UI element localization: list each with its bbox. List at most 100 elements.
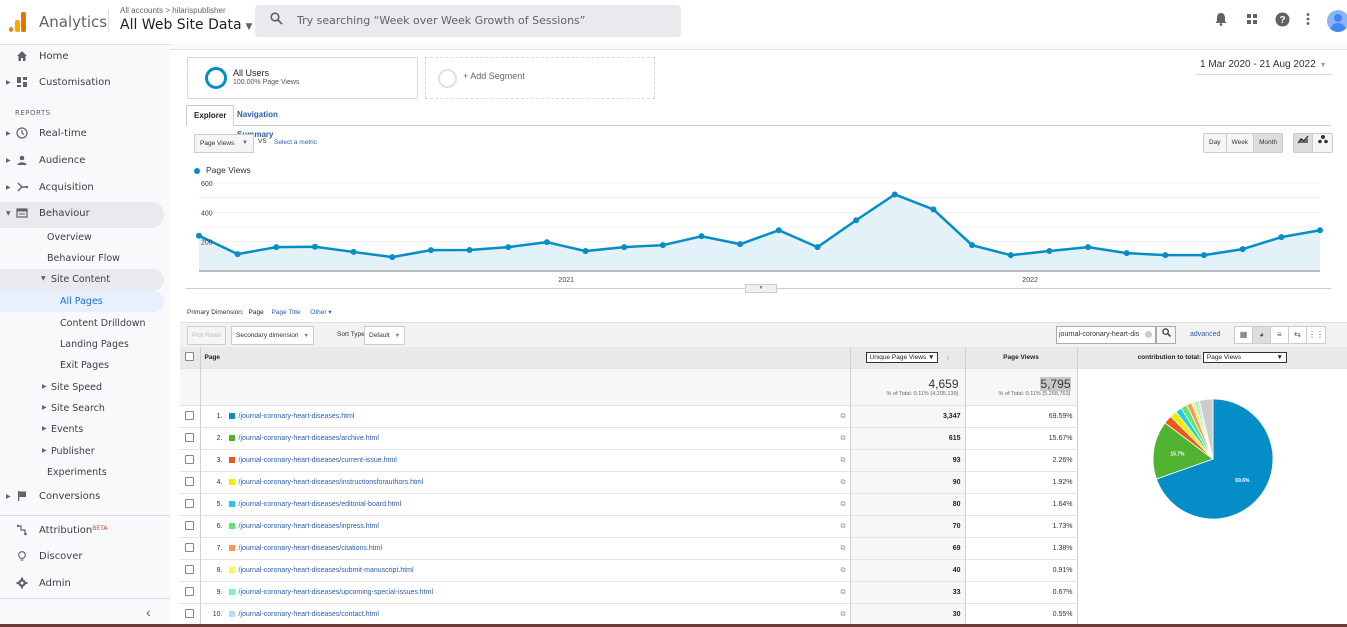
- account-breadcrumb[interactable]: All accounts > hilarispublisher: [120, 6, 226, 15]
- metric-selector[interactable]: Page Views ▼: [194, 134, 254, 153]
- secondary-dimension-dropdown[interactable]: Secondary dimension ▼: [231, 326, 314, 345]
- unique-page-views-header[interactable]: Unique Page Views ▼ ↓: [850, 347, 966, 368]
- line-chart-icon[interactable]: [1294, 134, 1313, 152]
- tab-navigation-summary[interactable]: Navigation Summary: [230, 105, 285, 139]
- row-checkbox-cell: [180, 580, 201, 603]
- page-link[interactable]: /journal-coronary-heart-diseases/editori…: [239, 501, 402, 508]
- apps-icon[interactable]: [1243, 12, 1261, 30]
- bell-icon[interactable]: [1212, 12, 1230, 30]
- contribution-metric-select[interactable]: Page Views ▼: [1202, 351, 1287, 363]
- open-page-icon[interactable]: ⧉: [841, 523, 846, 531]
- row-checkbox[interactable]: [185, 498, 195, 508]
- sidebar-item-behaviour[interactable]: ▼ Behaviour: [0, 202, 164, 228]
- open-page-icon[interactable]: ⧉: [841, 435, 846, 443]
- row-checkbox[interactable]: [185, 564, 195, 574]
- row-checkbox[interactable]: [185, 432, 195, 442]
- table-filter-input[interactable]: journal-coronary-heart-dis: [1056, 326, 1156, 344]
- sidebar-item-site-content[interactable]: ▼ Site Content: [0, 269, 164, 291]
- sidebar-item-all-pages[interactable]: All Pages: [0, 291, 164, 312]
- page-link[interactable]: /journal-coronary-heart-diseases/citatio…: [239, 545, 383, 552]
- sidebar-item-site-search[interactable]: ▶ Site Search: [0, 398, 164, 419]
- sidebar-item-site-speed[interactable]: ▶ Site Speed: [0, 377, 164, 398]
- help-icon[interactable]: ?: [1273, 12, 1291, 30]
- caret-down-icon: ▼: [41, 275, 46, 282]
- sidebar-item-attribution[interactable]: AttributionBETA: [0, 519, 164, 545]
- page-link[interactable]: /journal-coronary-heart-diseases/instruc…: [239, 479, 424, 486]
- open-page-icon[interactable]: ⧉: [841, 413, 846, 421]
- select-metric-link[interactable]: Select a metric: [274, 139, 317, 146]
- row-checkbox[interactable]: [185, 476, 195, 486]
- sort-desc-icon[interactable]: ↓: [946, 354, 949, 361]
- data-table-view-icon[interactable]: ▦: [1235, 327, 1253, 343]
- search-bar[interactable]: Try searching “Week over Week Growth of …: [255, 5, 681, 37]
- row-checkbox[interactable]: [185, 586, 195, 596]
- sidebar-item-exit-pages[interactable]: Exit Pages: [0, 355, 164, 376]
- page-link[interactable]: /journal-coronary-heart-diseases/current…: [239, 457, 397, 464]
- row-checkbox[interactable]: [185, 542, 195, 552]
- open-page-icon[interactable]: ⧉: [841, 479, 846, 487]
- primary-dimension-page[interactable]: Page: [249, 309, 264, 316]
- unique-page-views-value: 69: [850, 536, 966, 559]
- page-link[interactable]: /journal-coronary-heart-diseases/upcomin…: [239, 589, 434, 596]
- primary-dimension-other[interactable]: Other ▾: [310, 309, 331, 316]
- date-range-selector[interactable]: 1 Mar 2020 - 21 Aug 2022 ▼: [1200, 59, 1327, 70]
- page-link[interactable]: /journal-coronary-heart-diseases/contact…: [239, 611, 379, 618]
- plot-rows-button[interactable]: Plot Rows: [187, 326, 227, 345]
- collapse-sidebar-icon[interactable]: ‹: [146, 604, 151, 620]
- sidebar-item-customisation[interactable]: ▶ Customisation: [0, 71, 164, 97]
- row-checkbox[interactable]: [185, 410, 195, 420]
- sidebar-item-conversions[interactable]: ▶ Conversions: [0, 485, 164, 511]
- row-checkbox[interactable]: [185, 454, 195, 464]
- motion-chart-icon[interactable]: [1313, 134, 1332, 152]
- add-segment-button[interactable]: + Add Segment: [425, 57, 655, 99]
- sidebar-item-audience[interactable]: ▶ Audience: [0, 149, 164, 175]
- sidebar-item-home[interactable]: Home: [0, 45, 164, 71]
- select-all-checkbox[interactable]: [185, 351, 195, 361]
- sidebar-item-real-time[interactable]: ▶ Real-time: [0, 122, 164, 148]
- sidebar-item-events[interactable]: ▶ Events: [0, 419, 164, 440]
- total-page-views-value: 5,795: [1040, 376, 1071, 391]
- day-button[interactable]: Day: [1204, 134, 1227, 152]
- more-vert-icon[interactable]: [1299, 12, 1317, 30]
- tab-explorer[interactable]: Explorer: [186, 105, 235, 126]
- page-link[interactable]: /journal-coronary-heart-diseases/archive…: [239, 435, 379, 442]
- unique-page-views-select[interactable]: Unique Page Views ▼: [865, 351, 939, 363]
- open-page-icon[interactable]: ⧉: [841, 457, 846, 465]
- open-page-icon[interactable]: ⧉: [841, 567, 846, 575]
- sidebar-item-content-drilldown[interactable]: Content Drilldown: [0, 313, 164, 334]
- data-point: [1085, 244, 1092, 251]
- open-page-icon[interactable]: ⧉: [841, 545, 846, 553]
- clear-filter-icon[interactable]: [1145, 331, 1152, 338]
- sidebar-item-publisher[interactable]: ▶ Publisher: [0, 441, 164, 462]
- segment-all-users[interactable]: All Users 100.00% Page Views: [187, 57, 418, 99]
- page-link[interactable]: /journal-coronary-heart-diseases/inpress…: [239, 523, 379, 530]
- open-page-icon[interactable]: ⧉: [841, 611, 846, 619]
- week-button[interactable]: Week: [1227, 134, 1255, 152]
- advanced-filter-link[interactable]: advanced: [1190, 331, 1220, 338]
- page-column-header[interactable]: Page: [200, 347, 851, 368]
- row-checkbox[interactable]: [185, 608, 195, 618]
- open-page-icon[interactable]: ⧉: [841, 589, 846, 597]
- sort-type-dropdown[interactable]: Default ▼: [364, 326, 406, 345]
- page-link[interactable]: /journal-coronary-heart-diseases/submit-…: [239, 567, 414, 574]
- filter-search-button[interactable]: [1156, 326, 1176, 344]
- primary-dimension-page-title[interactable]: Page Title: [272, 309, 301, 316]
- avatar[interactable]: [1327, 10, 1347, 32]
- performance-view-icon[interactable]: ≡: [1271, 327, 1289, 343]
- analytics-logo[interactable]: [9, 12, 27, 32]
- collapse-chart-button[interactable]: ▼: [745, 284, 777, 293]
- row-checkbox[interactable]: [185, 520, 195, 530]
- sidebar-item-acquisition[interactable]: ▶ Acquisition: [0, 176, 164, 202]
- page-link[interactable]: /journal-coronary-heart-diseases.html: [239, 413, 355, 420]
- sidebar-item-discover[interactable]: Discover: [0, 545, 164, 571]
- month-button[interactable]: Month: [1254, 134, 1283, 152]
- sidebar-item-landing-pages[interactable]: Landing Pages: [0, 334, 164, 355]
- comparison-view-icon[interactable]: ⇆: [1289, 327, 1307, 343]
- property-selector[interactable]: All Web Site Data ▼: [120, 17, 252, 33]
- open-page-icon[interactable]: ⧉: [841, 501, 846, 509]
- page-views-header[interactable]: Page Views: [965, 347, 1078, 368]
- sidebar-item-experiments[interactable]: Experiments: [0, 462, 164, 483]
- sidebar-item-admin[interactable]: Admin: [0, 572, 164, 598]
- pivot-view-icon[interactable]: ⋮⋮: [1307, 327, 1325, 343]
- pie-view-icon[interactable]: ◕: [1253, 327, 1271, 343]
